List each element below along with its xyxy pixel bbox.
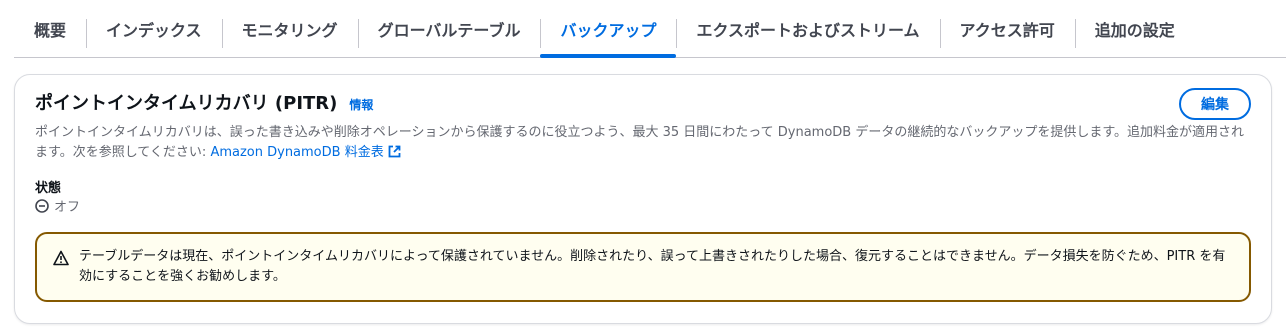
pricing-link-label: Amazon DynamoDB 料金表 xyxy=(210,145,384,160)
edit-button[interactable]: 編集 xyxy=(1179,88,1251,120)
status-label: 状態 xyxy=(35,181,62,196)
warning-alert: テーブルデータは現在、ポイントインタイムリカバリによって保護されていません。削除… xyxy=(35,232,1251,302)
panel-description: ポイントインタイムリカバリは、誤った書き込みや削除オペレーションから保護するのに… xyxy=(35,123,1247,163)
panel-title: ポイントインタイムリカバリ (PITR) xyxy=(35,93,338,114)
pricing-link[interactable]: Amazon DynamoDB 料金表 xyxy=(210,145,401,160)
status-value: オフ xyxy=(35,196,80,215)
pitr-panel: ポイントインタイムリカバリ (PITR) 情報 編集 ポイントインタイムリカバリ… xyxy=(14,74,1272,324)
tab-additional-settings[interactable]: 追加の設定 xyxy=(1074,0,1195,57)
tab-monitoring[interactable]: モニタリング xyxy=(221,0,358,57)
tab-backups[interactable]: バックアップ xyxy=(540,0,677,58)
external-link-icon xyxy=(388,145,401,158)
tab-exports-streams[interactable]: エクスポートおよびストリーム xyxy=(676,0,939,57)
tab-overview[interactable]: 概要 xyxy=(14,0,86,57)
status-off-icon xyxy=(35,198,49,213)
warning-icon xyxy=(53,250,69,266)
tab-indexes[interactable]: インデックス xyxy=(86,0,222,57)
warning-text: テーブルデータは現在、ポイントインタイムリカバリによって保護されていません。削除… xyxy=(79,249,1226,284)
tab-bar: 概要 インデックス モニタリング グローバルテーブル バックアップ エクスポート… xyxy=(14,0,1286,58)
status-value-text: オフ xyxy=(54,200,81,215)
info-link[interactable]: 情報 xyxy=(349,96,373,113)
tab-permissions[interactable]: アクセス許可 xyxy=(939,0,1075,57)
tab-global-tables[interactable]: グローバルテーブル xyxy=(357,0,541,57)
panel-header: ポイントインタイムリカバリ (PITR) 情報 xyxy=(35,89,373,115)
